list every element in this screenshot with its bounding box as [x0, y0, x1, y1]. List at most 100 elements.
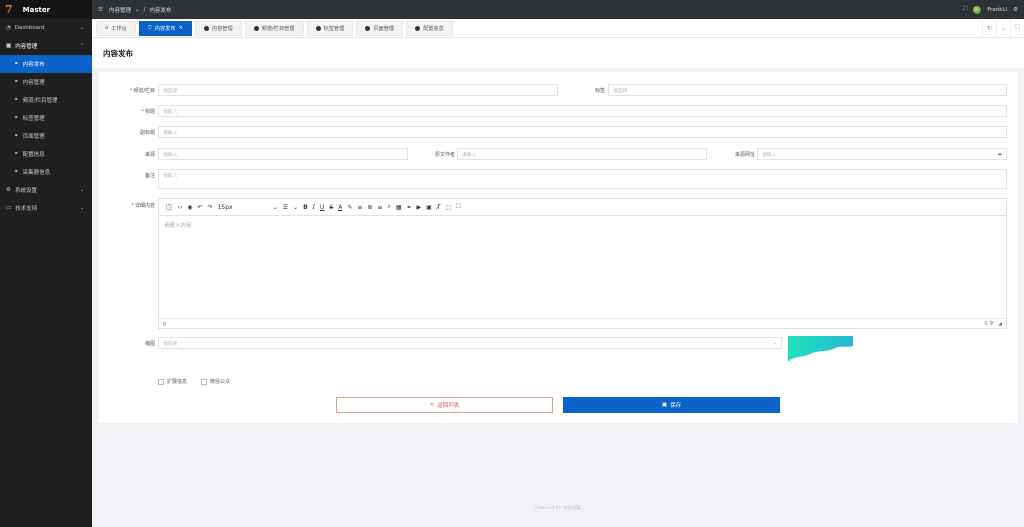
breadcrumb-item[interactable]: 内容管理: [109, 6, 131, 14]
author-input[interactable]: 请输入: [457, 148, 707, 160]
chevron-down-icon: ⌄: [772, 340, 777, 346]
sidebar-item-channel[interactable]: ⚭ 频道/栏目管理: [0, 91, 92, 109]
channel-label: *频道/栏目: [129, 88, 155, 94]
cloud-icon[interactable]: ☁: [997, 152, 1002, 157]
chevron-down-icon: ⌄: [79, 25, 84, 31]
fullscreen-icon[interactable]: ⛶: [456, 203, 460, 211]
wechat-checkbox[interactable]: 微信公众: [201, 378, 230, 385]
search-icon[interactable]: ⌕: [387, 203, 390, 211]
sidebar-item-config[interactable]: ⚭ 配置信息: [0, 145, 92, 163]
tab-controls: ↻ ⌄ ⛶: [982, 18, 1024, 38]
sidebar-item-dashboard[interactable]: ◔ Dashboard ⌄: [0, 19, 92, 37]
video-icon[interactable]: ▶: [417, 204, 422, 211]
title-input[interactable]: 请输入: [158, 105, 1007, 117]
refresh-icon[interactable]: ↻: [982, 18, 996, 38]
image-icon[interactable]: ▣: [426, 204, 432, 211]
strikethrough-icon[interactable]: S: [329, 204, 333, 211]
element-path: p: [163, 320, 167, 327]
preview-icon[interactable]: ◉: [187, 204, 192, 211]
save-button[interactable]: ▣ 保存: [563, 397, 780, 413]
tab-label: 页面管理: [373, 25, 395, 32]
subtitle-input[interactable]: 请输入: [158, 126, 1007, 138]
sidebar-item-tags[interactable]: ⚭ 标签管理: [0, 109, 92, 127]
chevron-down-icon[interactable]: ⌄: [273, 204, 278, 211]
word-count: 0 字: [984, 321, 995, 327]
chevron-down-icon[interactable]: ⌄: [293, 204, 298, 211]
page-title: 内容发布: [92, 38, 1024, 68]
chevron-down-icon[interactable]: ⌄: [996, 18, 1010, 38]
sidebar-item-system[interactable]: ⚙ 系统设置 ⌄: [0, 181, 92, 199]
align-center-icon[interactable]: ≣: [367, 204, 372, 211]
editor-body[interactable]: 请输入内容: [159, 216, 1006, 314]
tab-publish[interactable]: ⛉ 内容发布 ×: [138, 20, 192, 36]
sidebar-item-content[interactable]: ▦ 内容管理 ⌃: [0, 37, 92, 55]
paste-icon[interactable]: 📋: [165, 204, 172, 211]
remark-textarea[interactable]: 请输入: [158, 169, 1007, 189]
sidebar-item-label: 频道/栏目管理: [22, 98, 58, 104]
logo[interactable]: 7 Master: [0, 0, 92, 19]
font-color-icon[interactable]: A: [338, 204, 342, 211]
editor-statusbar: p 0 字 ◢: [159, 318, 1006, 328]
font-size-select[interactable]: 15px: [218, 204, 233, 211]
user-name[interactable]: FrankLi: [987, 7, 1007, 13]
sidebar-item-label: 采集器信息: [22, 170, 51, 176]
chevron-down-icon: ⌄: [134, 6, 140, 13]
tag-select[interactable]: 请选择: [608, 84, 1007, 96]
sidebar-item-collector[interactable]: ⚭ 采集器信息: [0, 163, 92, 181]
highlight-icon[interactable]: ✎: [347, 204, 352, 211]
bold-icon[interactable]: B: [303, 204, 308, 211]
italic-icon[interactable]: I: [313, 204, 315, 211]
fullscreen-icon[interactable]: ⛶: [964, 6, 968, 13]
sidebar-item-content-manage[interactable]: ⚭ 内容管理: [0, 73, 92, 91]
thumbnail-image[interactable]: [788, 336, 853, 364]
editor-toolbar: 📋 ‹› ◉ ↶ ↷ 15px ⌄ ☰ ⌄ B I U S A ✎ ≡ ≣ ≡ …: [159, 199, 1006, 216]
link-icon: ⚭: [14, 97, 19, 103]
redo-icon[interactable]: ↷: [208, 204, 213, 211]
back-to-list-button[interactable]: × 返回列表: [336, 397, 553, 413]
link-icon[interactable]: ⚭: [407, 204, 412, 211]
sidebar-item-label: 页面管理: [22, 134, 45, 140]
dot-icon: [415, 25, 421, 31]
underline-icon[interactable]: U: [320, 204, 324, 211]
align-right-icon[interactable]: ≡: [377, 204, 382, 211]
link-icon: ⚭: [14, 133, 19, 139]
avatar[interactable]: [973, 5, 982, 14]
rich-text-editor: 📋 ‹› ◉ ↶ ↷ 15px ⌄ ☰ ⌄ B I U S A ✎ ≡ ≣ ≡ …: [158, 198, 1007, 329]
sidebar-item-publish[interactable]: ⚭ 内容发布: [0, 55, 92, 73]
remark-label: 备注: [144, 173, 155, 179]
dot-icon: [253, 25, 259, 31]
sidebar-item-pages[interactable]: ⚭ 页面管理: [0, 127, 92, 145]
link-icon: ⚭: [14, 61, 19, 67]
resize-handle[interactable]: ◢: [998, 321, 1002, 327]
source-input[interactable]: 请输入: [158, 148, 408, 160]
table-icon[interactable]: ▦: [396, 204, 402, 211]
channel-select[interactable]: 请选择: [158, 84, 558, 96]
topbar: ☰ 内容管理 ⌄ / 内容发布 ⛶ FrankLi ⚙: [92, 0, 1024, 19]
thumb-select[interactable]: 请选择 ⌄: [158, 337, 782, 349]
clear-format-icon[interactable]: T̸: [437, 204, 441, 211]
tab-pages[interactable]: 页面管理: [356, 20, 404, 36]
title-label: *标题: [141, 109, 155, 115]
align-left-icon[interactable]: ≡: [357, 204, 362, 211]
checkbox-box: [201, 378, 208, 385]
dot-icon: [203, 25, 209, 31]
undo-icon[interactable]: ↶: [198, 204, 203, 211]
menu-toggle-icon[interactable]: ☰: [98, 7, 103, 13]
sidebar-item-support[interactable]: ▭ 技术支持 ⌄: [0, 199, 92, 217]
tab-tags[interactable]: 标签管理: [306, 20, 354, 36]
ext-info-checkbox[interactable]: 扩展信息: [158, 378, 187, 385]
tab-label: 配置信息: [423, 25, 444, 32]
tab-channel[interactable]: 频道/栏目管理: [244, 20, 304, 36]
expand-icon[interactable]: ⛶: [1010, 18, 1024, 38]
grid-icon: ▦: [6, 43, 12, 49]
image-edit-icon[interactable]: ⬚: [446, 204, 452, 211]
code-icon[interactable]: ‹›: [177, 204, 182, 211]
close-icon[interactable]: ×: [179, 25, 183, 31]
line-height-icon[interactable]: ☰: [283, 204, 288, 211]
tab-config[interactable]: 配置信息: [406, 20, 453, 36]
close-icon: ×: [429, 402, 435, 408]
tab-content-manage[interactable]: 内容管理: [194, 20, 242, 36]
settings-icon[interactable]: ⚙: [1013, 7, 1018, 13]
tab-workbench[interactable]: ⌂ 工作台: [96, 20, 136, 36]
source-url-input[interactable]: 请输入 ☁: [757, 148, 1007, 160]
